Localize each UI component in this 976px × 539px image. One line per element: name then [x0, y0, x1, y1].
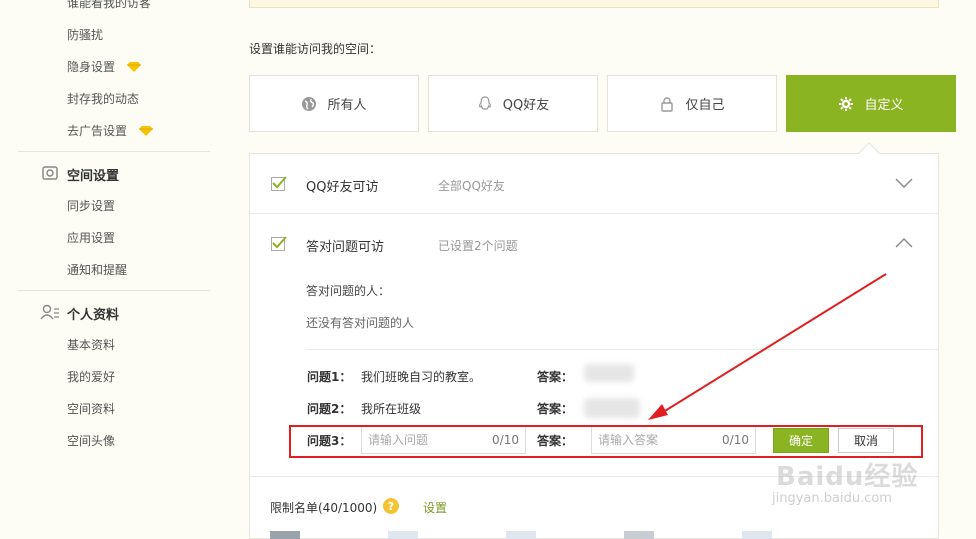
- diamond-icon: [138, 126, 153, 136]
- answered-label: 答对问题的人：: [306, 284, 391, 298]
- sidebar-item-label: 空间资料: [67, 402, 116, 416]
- sidebar-item-label: 同步设置: [67, 199, 116, 213]
- sidebar-item-label: 封存我的动态: [67, 92, 140, 106]
- blocklist-settings-link[interactable]: 设置: [423, 499, 447, 516]
- top-banner: [249, 0, 939, 8]
- answer-2-label: 答案：: [537, 402, 574, 416]
- answer-1-label: 答案：: [537, 370, 574, 384]
- option-custom[interactable]: 自定义: [786, 75, 956, 132]
- answer-question-title: 答对问题可访: [306, 240, 385, 255]
- space-settings-heading: 空间设置: [67, 169, 120, 184]
- panel-pointer: [858, 142, 880, 154]
- avatar[interactable]: [270, 531, 300, 539]
- space-settings-icon: [42, 166, 58, 180]
- sidebar-item-label: 空间头像: [67, 434, 116, 448]
- sidebar-item-visitors[interactable]: 谁能看我的访客: [67, 0, 151, 11]
- option-only-me[interactable]: 仅自己: [607, 75, 777, 132]
- sidebar-item-space-info[interactable]: 空间资料: [67, 400, 115, 417]
- question-2-text: 我所在班级: [361, 402, 422, 416]
- avatar[interactable]: [388, 531, 418, 539]
- sidebar-item-label: 谁能看我的访客: [67, 0, 152, 10]
- avatar[interactable]: [624, 531, 654, 539]
- watermark-url: jingyan.baidu.com: [772, 491, 892, 506]
- sidebar-item-sync[interactable]: 同步设置: [67, 197, 115, 214]
- sidebar-item-avatar[interactable]: 空间头像: [67, 432, 115, 449]
- qq-friends-title: QQ好友可访: [306, 180, 379, 195]
- sidebar-divider: [18, 290, 210, 291]
- sidebar-item-label: 基本资料: [67, 338, 116, 352]
- sidebar-item-anti-harassment[interactable]: 防骚扰: [67, 26, 103, 43]
- blocklist-label: 限制名单(40/1000): [270, 501, 378, 515]
- watermark-logo: Baidu经验: [776, 462, 919, 492]
- chevron-up-icon[interactable]: [895, 238, 913, 248]
- qq-friends-checkbox[interactable]: [271, 176, 287, 191]
- option-label: 所有人: [327, 98, 367, 113]
- annotation-arrow: [648, 273, 887, 420]
- access-label: 设置谁能访问我的空间：: [249, 42, 382, 56]
- avatar[interactable]: [506, 531, 536, 539]
- diamond-icon: [126, 62, 141, 72]
- chevron-down-icon[interactable]: [895, 178, 913, 188]
- sidebar-item-basic-info[interactable]: 基本资料: [67, 336, 115, 353]
- globe-icon: [302, 96, 317, 111]
- option-label: 仅自己: [685, 98, 725, 113]
- option-label: QQ好友: [502, 98, 550, 113]
- option-qq-friends[interactable]: QQ好友: [428, 75, 598, 132]
- sidebar-item-label: 我的爱好: [67, 370, 116, 384]
- sidebar-item-hobbies[interactable]: 我的爱好: [67, 368, 115, 385]
- answered-empty-text: 还没有答对问题的人: [306, 316, 415, 330]
- sidebar-item-label: 通知和提醒: [67, 263, 128, 277]
- answer-question-checkbox[interactable]: [271, 236, 287, 251]
- option-label: 自定义: [864, 98, 904, 113]
- qq-friends-sub: 全部QQ好友: [438, 179, 505, 193]
- row-separator: [250, 213, 938, 214]
- question-1-label: 问题1：: [307, 370, 352, 384]
- sidebar-item-no-ads[interactable]: 去广告设置: [67, 122, 153, 139]
- sidebar-item-label: 去广告设置: [67, 124, 128, 138]
- profile-heading: 个人资料: [67, 308, 120, 323]
- question-1-text: 我们班晚自习的教室。: [361, 370, 482, 384]
- sidebar-item-archive[interactable]: 封存我的动态: [67, 90, 139, 107]
- highlight-box: [289, 425, 923, 458]
- sidebar-item-apps[interactable]: 应用设置: [67, 229, 115, 246]
- sidebar-item-notifications[interactable]: 通知和提醒: [67, 261, 127, 278]
- answer-question-sub: 已设置2个问题: [438, 239, 518, 253]
- sidebar-item-invisible[interactable]: 隐身设置: [67, 58, 141, 75]
- lock-icon: [661, 96, 674, 112]
- avatar[interactable]: [742, 531, 772, 539]
- answer-2-redacted: [584, 398, 640, 418]
- help-icon[interactable]: ?: [383, 498, 399, 514]
- option-everyone[interactable]: 所有人: [249, 75, 419, 132]
- answer-1-redacted: [584, 364, 634, 382]
- sidebar-item-label: 防骚扰: [67, 28, 104, 42]
- gear-icon: [839, 96, 854, 111]
- question-2-label: 问题2：: [307, 402, 352, 416]
- profile-icon: [40, 304, 59, 320]
- sidebar-item-label: 应用设置: [67, 231, 116, 245]
- qq-penguin-icon: [478, 95, 491, 110]
- sidebar-divider: [18, 151, 210, 152]
- sidebar-item-label: 隐身设置: [67, 60, 116, 74]
